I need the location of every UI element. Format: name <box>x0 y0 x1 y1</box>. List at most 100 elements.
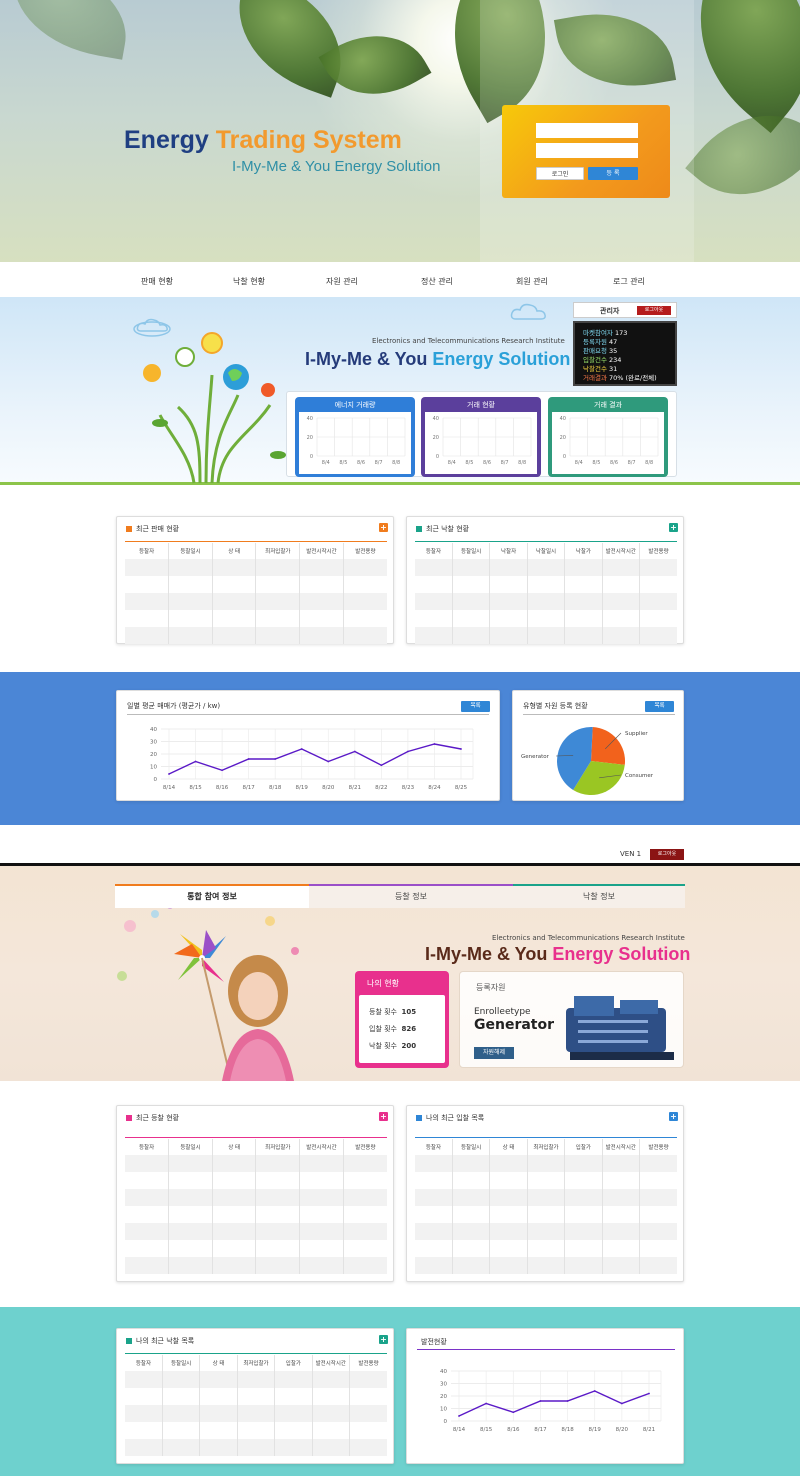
data-point <box>194 760 197 763</box>
nav-item-log[interactable]: 로그 관리 <box>579 276 679 287</box>
login-id-input[interactable] <box>536 123 638 138</box>
register-button[interactable]: 등 록 <box>588 167 638 180</box>
y-tick-label: 40 <box>560 416 566 422</box>
data-point <box>168 773 170 775</box>
user-name: VEN 1 <box>620 850 642 858</box>
data-point <box>566 1400 569 1402</box>
column-header: 상 태 <box>489 1139 528 1155</box>
x-tick-label: 8/6 <box>483 460 491 466</box>
data-point <box>274 758 277 760</box>
etri-label: Electronics and Telecommunications Resea… <box>372 337 565 345</box>
tab-award-info[interactable]: 낙찰 정보 <box>513 884 685 908</box>
cloud-icon <box>510 303 546 320</box>
square-icon <box>416 1115 422 1121</box>
my-status-body: 등찰 횟수 105 입찰 횟수 826 낙찰 횟수 200 <box>359 995 445 1063</box>
status-row: 거래결과 70% (완료/전체) <box>583 374 657 382</box>
column-header: 발전용량 <box>355 1145 376 1151</box>
list-button[interactable]: 목록 <box>645 701 674 712</box>
x-tick-label: 8/5 <box>592 460 600 466</box>
mini-panel-energy-volume: 에너지 거래량 40 20 0 8/4 8/5 8/6 8/7 8/8 <box>295 397 415 477</box>
data-point <box>221 769 223 772</box>
login-button[interactable]: 로그인 <box>536 167 584 180</box>
energy-tree-illustration <box>133 321 286 484</box>
x-tick-label: 8/8 <box>645 460 653 466</box>
tab-integrated-info[interactable]: 통합 참여 정보 <box>115 884 309 908</box>
mini-panel-title: 거래 결과 <box>594 401 622 409</box>
logout-button[interactable]: 로그아웃 <box>637 306 671 315</box>
login-password-input[interactable] <box>536 143 638 158</box>
nav-item-award[interactable]: 낙찰 현황 <box>199 276 299 287</box>
column-header: 최저입찰가 <box>255 1139 301 1155</box>
column-header: 최저입찰가 <box>527 1139 566 1155</box>
data-point <box>247 758 250 760</box>
card-title-rule <box>125 1353 387 1354</box>
recent-bid-card: 최근 등찰 현황 + 등찰자 등찰일시 상 태 최저입찰가 발전시작시간 발전용량 <box>116 1105 394 1282</box>
add-icon[interactable]: + <box>669 1112 678 1121</box>
my-status-card: 나의 현황 등찰 횟수 105 입찰 횟수 826 낙찰 횟수 200 <box>355 971 449 1068</box>
data-point <box>300 748 303 750</box>
mini-chart-svg: 40 20 0 8/4 8/5 8/6 8/7 8/8 <box>560 416 659 466</box>
column-header: 낙찰가 <box>564 543 603 559</box>
band3-title-b: Energy Solution <box>552 944 691 964</box>
column-header: 상 태 <box>199 1355 238 1371</box>
nav-item-settlement[interactable]: 정산 관리 <box>387 276 487 287</box>
x-tick-label: 8/7 <box>628 460 636 466</box>
leaf-decoration <box>3 0 137 60</box>
list-button[interactable]: 목록 <box>461 701 490 712</box>
cloud-icon <box>136 318 168 332</box>
participation-tabs: 통합 참여 정보 등찰 정보 낙찰 정보 <box>115 884 685 908</box>
my-recent-bids-card: 나의 최근 입찰 목록 + 등찰자 등찰일시 상 태 최저입찰가 입찰가 발전시작시간 발전… <box>406 1105 684 1282</box>
tab-bid-info[interactable]: 등찰 정보 <box>309 884 513 908</box>
card-title: 나의 최근 낙찰 목록 <box>126 1336 194 1346</box>
card-title-rule <box>417 1349 675 1350</box>
column-header: 발전시작시간 <box>602 1139 641 1155</box>
column-header: 발전시작시간 <box>299 1139 344 1155</box>
status-board-header: 관리자 로그아웃 <box>573 302 677 318</box>
nav-item-member[interactable]: 회원 관리 <box>482 276 582 287</box>
recent-sales-card: 최근 판매 현황 + 등찰자 등찰일시 상 태 최저입찰가 발전시작시간 발전용량 <box>116 516 394 644</box>
data-point <box>460 748 462 750</box>
hero-title-main: Energy <box>124 126 209 154</box>
daily-price-line-chart: 40 30 20 10 0 8/14 8/15 8/16 8/17 8/18 8/19 8/20 8/2… <box>150 727 474 791</box>
mini-panel-title: 거래 현황 <box>467 401 495 409</box>
column-header: 발전용량 <box>355 549 376 555</box>
add-icon[interactable]: + <box>379 1335 388 1344</box>
add-icon[interactable]: + <box>669 523 678 532</box>
generator-machine-image <box>566 996 674 1060</box>
x-tick-label: 8/5 <box>339 460 347 466</box>
x-tick-label: 8/4 <box>575 460 583 466</box>
data-point <box>593 1390 596 1392</box>
column-header: 최저입찰가 <box>255 543 301 559</box>
my-status-title: 나의 현황 <box>367 979 399 988</box>
x-tick-label: 8/16 <box>507 1427 520 1433</box>
column-header: 등찰자 <box>125 1355 163 1371</box>
y-tick-label: 20 <box>150 752 157 758</box>
data-point <box>353 750 356 753</box>
x-tick-label: 8/7 <box>501 460 509 466</box>
recent-award-card: 최근 낙찰 현황 + 등찰자 등찰일시 낙찰자 낙찰일시 낙찰가 발전시작시간 발전용량 <box>406 516 684 644</box>
x-tick-label: 8/8 <box>518 460 526 466</box>
registered-resource-card: 등록자원 Enrolleetype Generator 자원해제 <box>459 971 684 1068</box>
nav-item-sales[interactable]: 판매 현황 <box>107 276 207 287</box>
resource-type-card: 유형별 자원 등록 현황 목록 Supplier Consumer Generato… <box>512 690 684 801</box>
mini-chart: 40 20 0 8/4 8/5 8/6 8/7 8/8 <box>299 412 411 474</box>
stat-row: 낙찰 횟수 200 <box>369 1042 417 1050</box>
nav-item-resource[interactable]: 자원 관리 <box>292 276 392 287</box>
data-point <box>458 1415 460 1417</box>
mini-chart-svg: 40 20 0 8/4 8/5 8/6 8/7 8/8 <box>433 416 532 466</box>
logout-button[interactable]: 로그아웃 <box>650 849 684 860</box>
x-tick-label: 8/17 <box>242 785 255 791</box>
my-recent-awards-table: 등찰자 등찰일시 상 태 최저입찰가 입찰가 발전시작시간 발전용량 <box>125 1355 387 1456</box>
column-header: 입찰가 <box>274 1355 313 1371</box>
x-tick-label: 8/21 <box>643 1427 655 1433</box>
y-tick-label: 0 <box>444 1419 448 1425</box>
x-tick-label: 8/4 <box>322 460 330 466</box>
status-board: 관리자 로그아웃 마켓참여자 173 등록자원 47 판매요청 35 입찰건수 … <box>573 302 677 386</box>
column-header: 등찰자 <box>415 1139 453 1155</box>
y-tick-label: 10 <box>150 765 157 771</box>
card-title: 유형별 자원 등록 현황 <box>523 702 588 710</box>
add-icon[interactable]: + <box>379 1112 388 1121</box>
x-tick-label: 8/16 <box>216 785 229 791</box>
add-icon[interactable]: + <box>379 523 388 532</box>
release-resource-button[interactable]: 자원해제 <box>474 1047 514 1059</box>
